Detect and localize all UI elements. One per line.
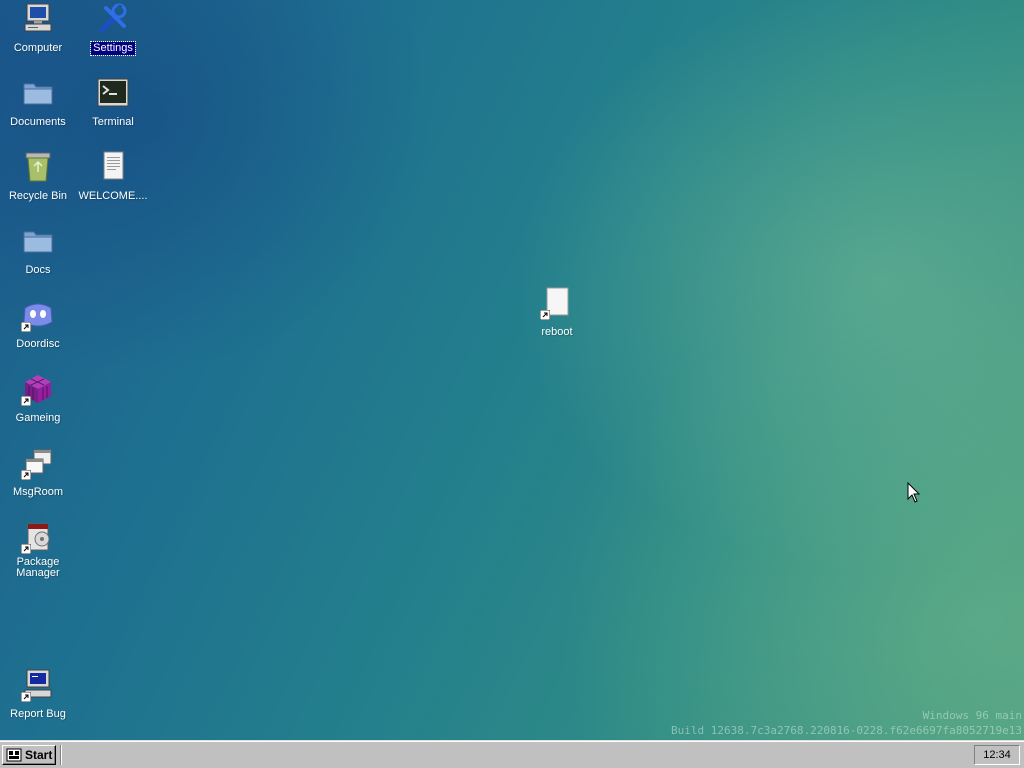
system-tray-clock[interactable]: 12:34 [974,745,1020,765]
folder-icon [21,224,55,258]
desktop-icon-label: Documents [10,116,66,128]
settings-icon [96,2,130,36]
desktop-icon-label: Recycle Bin [8,190,68,202]
desktop-icon-label: Computer [13,42,63,54]
desktop-icon-welcome[interactable]: WELCOME.... [75,150,151,204]
computer-icon [21,2,55,36]
desktop-icon-label: Report Bug [10,708,66,720]
build-watermark-line1: Windows 96 main [922,709,1022,722]
terminal-icon [96,76,130,110]
shortcut-arrow-icon [21,396,31,406]
desktop-icon-gameing[interactable]: Gameing [0,372,76,426]
desktop-icon-reboot[interactable]: reboot [519,286,595,340]
doordisc-icon [21,298,55,332]
shortcut-arrow-icon [21,692,31,702]
folder-icon [21,76,55,110]
shortcut-arrow-icon [21,470,31,480]
desktop-icon-label: Gameing [15,412,61,424]
desktop-icon-label: Docs [25,264,51,276]
desktop-icon-label: MsgRoom [12,486,64,498]
desktop-icon-doordisc[interactable]: Doordisc [0,298,76,352]
shortcut-arrow-icon [21,322,31,332]
desktop-icon-msgroom[interactable]: MsgRoom [0,446,76,500]
desktop-icon-package-manager[interactable]: Package Manager [0,520,76,581]
start-logo-icon [6,748,22,762]
desktop-icon-recycle-bin[interactable]: Recycle Bin [0,150,76,204]
desktop-icon-terminal[interactable]: Terminal [75,76,151,130]
desktop[interactable]: Computer Settings Documents Terminal Rec… [0,0,1024,740]
blank-file-icon [540,286,574,320]
desktop-icon-label: Terminal [92,116,134,128]
chat-windows-icon [21,446,55,480]
desktop-icon-label: Package Manager [16,556,60,579]
recycle-bin-icon [21,150,55,184]
desktop-icon-computer[interactable]: Computer [0,2,76,56]
desktop-icon-settings[interactable]: Settings [75,2,151,56]
desktop-icon-documents[interactable]: Documents [0,76,76,130]
desktop-icon-docs[interactable]: Docs [0,224,76,278]
mouse-cursor-icon [907,482,921,503]
desktop-icon-label: Doordisc [16,338,60,350]
start-button-label: Start [25,748,53,762]
taskbar-separator [60,745,62,765]
package-manager-icon [21,520,55,554]
start-button[interactable]: Start [2,745,56,765]
desktop-icon-report-bug[interactable]: Report Bug [0,668,76,722]
shortcut-arrow-icon [540,310,550,320]
text-document-icon [96,150,130,184]
desktop-icon-label: reboot [541,326,573,338]
report-bug-icon [21,668,55,702]
clock-text: 12:34 [983,749,1011,761]
shortcut-arrow-icon [21,544,31,554]
cube-icon [21,372,55,406]
build-watermark-line2: Build 12638.7c3a2768.220816-0228.f62e669… [671,724,1022,737]
desktop-icon-label: WELCOME.... [78,190,148,202]
desktop-icon-label: Settings [90,41,136,56]
taskbar: Start 12:34 [0,740,1024,768]
